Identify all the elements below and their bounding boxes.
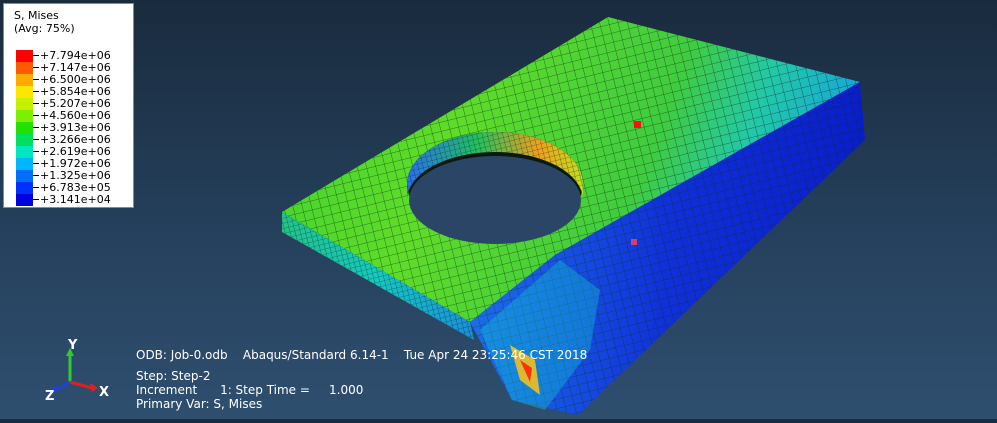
legend-swatch <box>16 170 33 182</box>
odb-info-line: ODB: Job-0.odb Abaqus/Standard 6.14-1 Tu… <box>136 348 588 362</box>
legend-subtitle: (Avg: 75%) <box>14 22 75 35</box>
legend-tick <box>33 151 39 152</box>
legend-tick <box>33 175 39 176</box>
coordinate-triad: Y X Z <box>40 338 120 410</box>
legend-swatch <box>16 158 33 170</box>
legend-value: +3.141e+04 <box>40 193 111 206</box>
legend-swatch <box>16 182 33 194</box>
increment-info-line: Increment 1: Step Time = 1.000 <box>136 383 364 397</box>
primary-var-line: Primary Var: S, Mises <box>136 397 263 411</box>
legend-tick <box>33 55 39 56</box>
step-info-line: Step: Step-2 <box>136 369 211 383</box>
legend-tick <box>33 139 39 140</box>
contour-legend: S, Mises (Avg: 75%) +7.794e+06 +7.147e+06… <box>3 3 134 208</box>
legend-swatch <box>16 110 33 122</box>
legend-swatch <box>16 86 33 98</box>
legend-swatch <box>16 74 33 86</box>
legend-row: +3.141e+04 <box>16 193 132 206</box>
legend-tick <box>33 79 39 80</box>
triad-z-label: Z <box>45 389 55 404</box>
legend-tick <box>33 103 39 104</box>
legend-tick <box>33 163 39 164</box>
max-stress-marker <box>634 121 641 128</box>
legend-swatch <box>16 50 33 62</box>
legend-title: S, Mises <box>14 9 59 22</box>
legend-swatch <box>16 134 33 146</box>
min-stress-marker <box>631 239 637 245</box>
legend-tick <box>33 67 39 68</box>
legend-swatch <box>16 146 33 158</box>
legend-tick <box>33 91 39 92</box>
legend-tick <box>33 115 39 116</box>
legend-tick <box>33 199 39 200</box>
triad-y-label: Y <box>68 338 78 353</box>
legend-swatch <box>16 194 33 206</box>
legend-swatch <box>16 98 33 110</box>
triad-x-label: X <box>99 385 110 400</box>
legend-tick <box>33 127 39 128</box>
legend-tick <box>33 187 39 188</box>
legend-swatch <box>16 122 33 134</box>
legend-swatch <box>16 62 33 74</box>
